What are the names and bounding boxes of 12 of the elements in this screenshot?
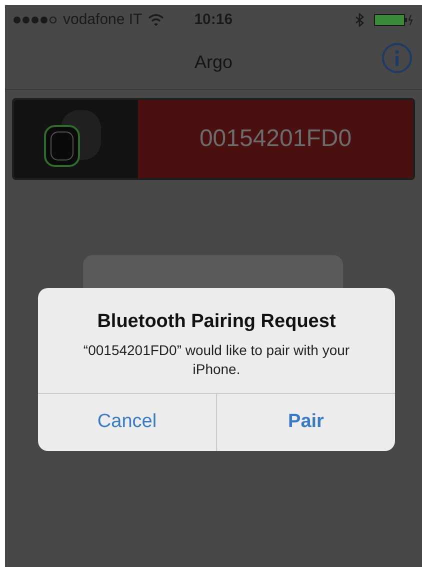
alert-title: Bluetooth Pairing Request <box>97 310 336 334</box>
device-card[interactable]: 00154201FD0 <box>12 98 415 180</box>
alert-button[interactable]: Pair <box>216 394 395 450</box>
info-icon <box>394 50 400 66</box>
info-button[interactable] <box>382 43 412 73</box>
bluetooth-icon <box>355 13 364 27</box>
alert-button[interactable]: Cancel <box>38 394 216 450</box>
signal-icon <box>13 16 59 24</box>
battery-icon <box>374 14 414 26</box>
alert-message: “00154201FD0” would like to pair with your iPhone. <box>82 340 351 378</box>
device-id: 00154201FD0 <box>199 124 352 154</box>
wifi-icon <box>148 14 164 26</box>
